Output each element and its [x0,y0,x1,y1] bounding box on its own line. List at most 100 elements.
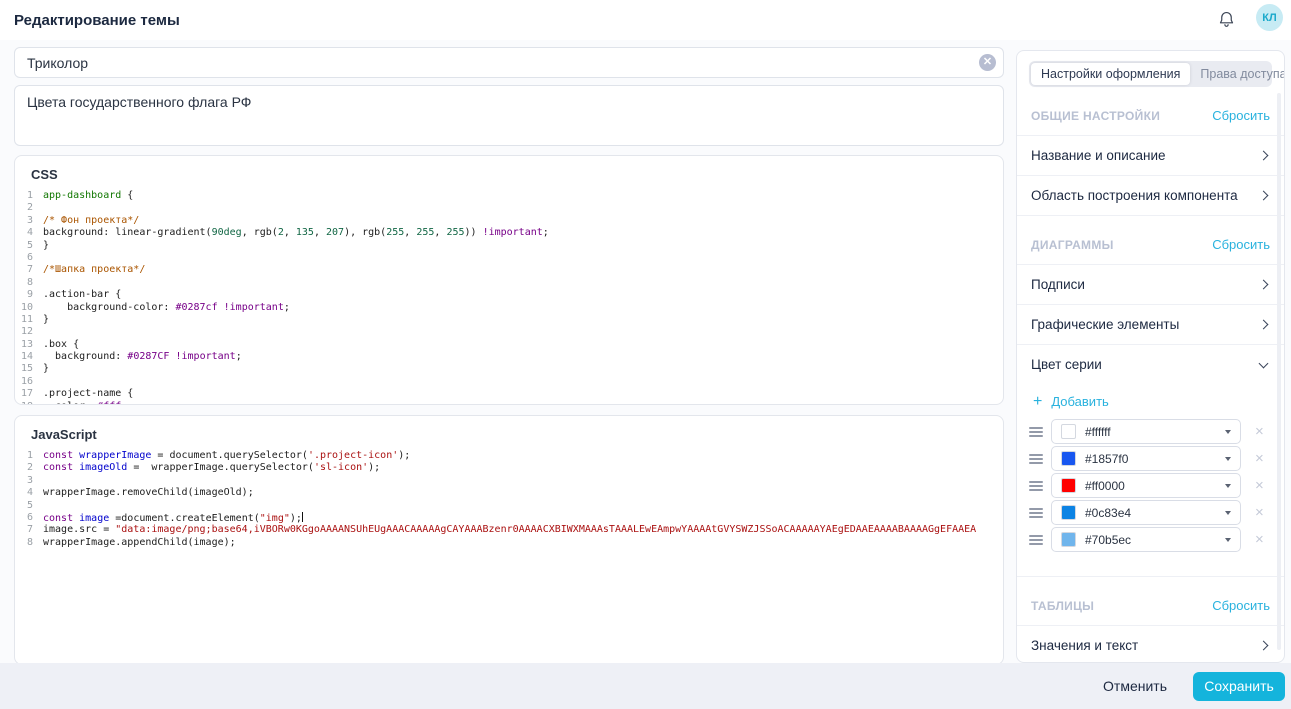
code-line: 3 [15,475,1003,487]
code-line: 6const image =document.createElement("im… [15,512,1003,524]
caret-down-icon [1225,538,1231,542]
css-editor[interactable]: CSS 1app-dashboard {23/* Фон проекта*/4b… [14,155,1004,405]
avatar[interactable]: КЛ [1256,4,1283,31]
drag-handle-icon[interactable] [1029,454,1043,464]
color-swatch [1061,424,1076,439]
color-swatch [1061,451,1076,466]
drag-handle-icon[interactable] [1029,481,1043,491]
page-title: Редактирование темы [14,12,180,29]
cancel-button[interactable]: Отменить [1103,678,1167,694]
color-hex-value: #ff0000 [1085,479,1225,493]
code-line: 12 [15,326,1003,338]
color-hex-value: #ffffff [1085,425,1225,439]
code-line: 7/*Шапка проекта*/ [15,264,1003,276]
theme-name-input[interactable] [14,47,1004,78]
settings-row-label: Значения и текст [1031,638,1138,653]
text-cursor [302,512,303,522]
color-select[interactable]: #ff0000 [1051,473,1241,498]
sidebar-tabs: Настройки оформления Права доступа [1029,61,1272,87]
settings-row[interactable]: Графические элементы [1017,304,1284,344]
reset-link[interactable]: Сбросить [1212,237,1270,252]
tab-access-rights[interactable]: Права доступа [1190,63,1285,85]
remove-color-icon[interactable]: × [1255,532,1264,547]
settings-row[interactable]: Значения и текст [1017,625,1284,663]
drag-handle-icon[interactable] [1029,508,1043,518]
sidebar-section-header: ТАБЛИЦЫСбросить [1017,576,1284,625]
settings-row[interactable]: Название и описание [1017,135,1284,175]
tab-design-settings[interactable]: Настройки оформления [1031,63,1190,85]
footer: Отменить Сохранить [0,663,1291,709]
code-line: 17.project-name { [15,388,1003,400]
clear-icon[interactable]: ✕ [979,54,996,71]
color-row: #1857f0 × [1029,446,1272,471]
chevron-right-icon [1259,320,1269,330]
code-line: 10 background-color: #0287cf !important; [15,302,1003,314]
css-editor-label: CSS [31,167,1003,182]
section-title: ДИАГРАММЫ [1031,238,1114,252]
notifications-bell-icon[interactable] [1217,10,1237,30]
caret-down-icon [1225,430,1231,434]
sidebar-scrollbar[interactable] [1277,93,1281,650]
color-select[interactable]: #ffffff [1051,419,1241,444]
color-hex-value: #1857f0 [1085,452,1225,466]
code-line: 7image.src = "data:image/png;base64,iVBO… [15,524,1003,536]
reset-link[interactable]: Сбросить [1212,108,1270,123]
sidebar-sections: ОБЩИЕ НАСТРОЙКИСброситьНазвание и описан… [1017,87,1284,663]
caret-down-icon [1225,457,1231,461]
color-select[interactable]: #70b5ec [1051,527,1241,552]
chevron-right-icon [1259,641,1269,651]
chevron-right-icon [1259,280,1269,290]
drag-handle-icon[interactable] [1029,427,1043,437]
code-line: 18 color: #fff; [15,401,1003,405]
settings-row-label: Название и описание [1031,148,1166,163]
drag-handle-icon[interactable] [1029,535,1043,545]
color-row: #ffffff × [1029,419,1272,444]
code-line: 3/* Фон проекта*/ [15,215,1003,227]
theme-name-field-wrap: ✕ [14,47,1004,78]
remove-color-icon[interactable]: × [1255,451,1264,466]
css-code-area[interactable]: 1app-dashboard {23/* Фон проекта*/4backg… [15,190,1003,405]
code-line: 5} [15,240,1003,252]
save-button[interactable]: Сохранить [1193,672,1285,701]
color-swatch [1061,505,1076,520]
color-select[interactable]: #1857f0 [1051,446,1241,471]
code-line: 8 [15,277,1003,289]
remove-color-icon[interactable]: × [1255,505,1264,520]
series-colors-list: #ffffff × #1857f0 × #ff0000 × #0c83e4 × #70b5ec × [1017,419,1284,576]
js-editor[interactable]: JavaScript 1const wrapperImage = documen… [14,415,1004,665]
header: Редактирование темы КЛ [0,0,1291,40]
color-row: #ff0000 × [1029,473,1272,498]
code-line: 1app-dashboard { [15,190,1003,202]
code-line: 1const wrapperImage = document.querySele… [15,450,1003,462]
reset-link[interactable]: Сбросить [1212,598,1270,613]
code-line: 16 [15,376,1003,388]
color-select[interactable]: #0c83e4 [1051,500,1241,525]
add-color-button[interactable]: +Добавить [1017,384,1284,419]
settings-row[interactable]: Область построения компонента [1017,175,1284,215]
code-line: 14 background: #0287CF !important; [15,351,1003,363]
code-line: 8wrapperImage.appendChild(image); [15,537,1003,549]
remove-color-icon[interactable]: × [1255,478,1264,493]
plus-icon: + [1033,395,1042,409]
code-line: 5 [15,500,1003,512]
code-line: 2 [15,202,1003,214]
js-code-area[interactable]: 1const wrapperImage = document.querySele… [15,450,1003,549]
code-line: 6 [15,252,1003,264]
code-line: 2const imageOld = wrapperImage.querySele… [15,462,1003,474]
code-line: 9.action-bar { [15,289,1003,301]
remove-color-icon[interactable]: × [1255,424,1264,439]
js-editor-label: JavaScript [31,427,1003,442]
settings-row[interactable]: Цвет серии [1017,344,1284,384]
chevron-right-icon [1259,191,1269,201]
settings-row-label: Графические элементы [1031,317,1179,332]
color-hex-value: #70b5ec [1085,533,1225,547]
settings-row[interactable]: Подписи [1017,264,1284,304]
code-line: 4wrapperImage.removeChild(imageOld); [15,487,1003,499]
settings-row-label: Подписи [1031,277,1085,292]
settings-row-label: Цвет серии [1031,357,1102,372]
code-line: 15} [15,363,1003,375]
theme-description-input[interactable]: Цвета государственного флага РФ [14,85,1004,146]
chevron-right-icon [1259,151,1269,161]
caret-down-icon [1225,484,1231,488]
settings-row-label: Область построения компонента [1031,188,1238,203]
